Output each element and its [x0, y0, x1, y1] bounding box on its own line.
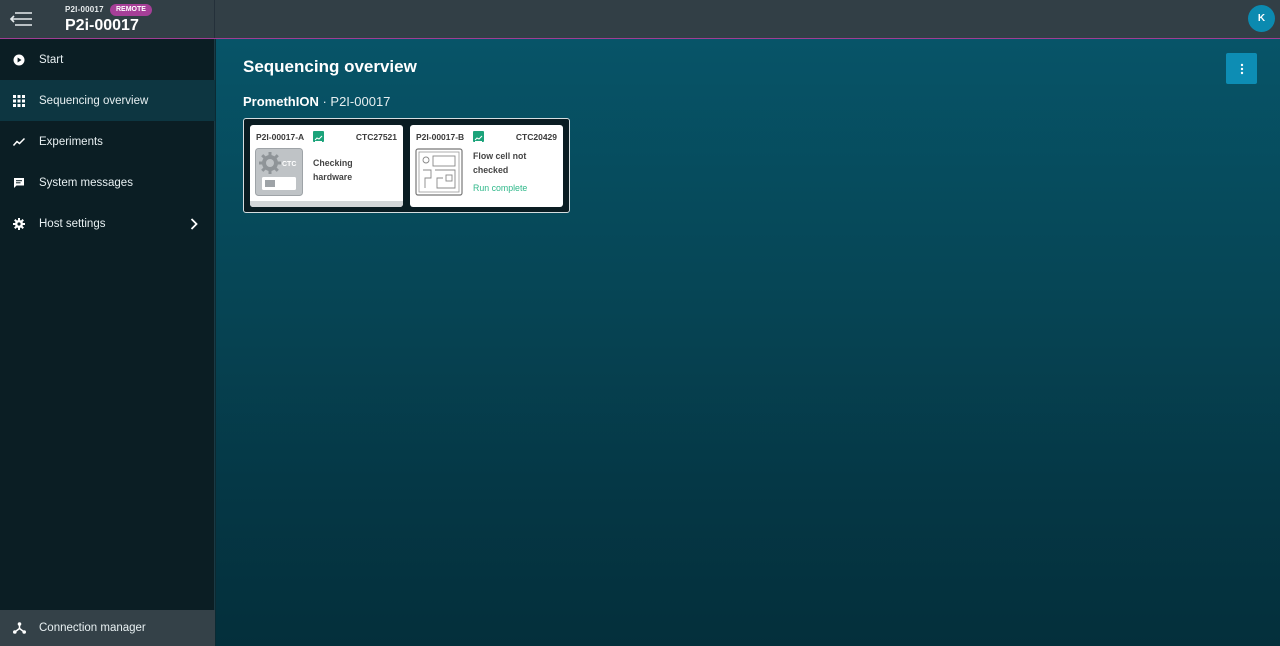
sidebar-item-experiments[interactable]: Experiments [0, 121, 215, 162]
trend-line-icon [12, 135, 26, 149]
sidebar-item-start[interactable]: Start [0, 39, 215, 80]
sidebar-item-sequencing-overview[interactable]: Sequencing overview [0, 80, 215, 121]
device-title: P2i-00017 [65, 17, 139, 34]
message-icon [12, 176, 26, 190]
page-title: Sequencing overview [243, 57, 417, 76]
device-separator: · [318, 94, 331, 109]
sidebar-item-label: Start [39, 53, 64, 66]
chevron-right-icon [188, 217, 200, 231]
collapse-menu-button[interactable] [6, 5, 36, 33]
device-name: P2I-00017 [330, 94, 391, 109]
flow-cell-status-line: hardware [313, 172, 353, 182]
position-chip-icon [473, 131, 484, 142]
remote-badge: REMOTE [110, 4, 152, 16]
run-status: Run complete [473, 183, 528, 193]
grid-icon [12, 94, 26, 108]
network-icon [12, 621, 26, 635]
kebab-menu-icon [1240, 63, 1243, 74]
user-avatar[interactable]: K [1248, 5, 1275, 32]
progress-bar [250, 201, 403, 207]
flow-cell-card-a[interactable]: P2I-00017-A CTC27521 CTC Checking hardwa… [250, 125, 403, 207]
device-id-small: P2I-00017 [65, 5, 104, 14]
gear-icon [12, 217, 26, 231]
connection-manager-button[interactable]: Connection manager [0, 610, 215, 646]
sidebar-item-label: Sequencing overview [39, 94, 149, 107]
flow-cell-status: Flow cell not checked [473, 149, 526, 177]
menu-collapse-icon [9, 12, 32, 26]
sidebar-item-host-settings[interactable]: Host settings [0, 203, 215, 244]
flow-cell-icon [415, 148, 463, 196]
sidebar-item-label: Host settings [39, 217, 106, 230]
flow-cell-status-line: Flow cell not [473, 151, 527, 161]
flow-cell-card-b[interactable]: P2I-00017-B CTC20429 Flow cell not check… [410, 125, 563, 207]
device-heading: PromethION · P2I-00017 [243, 94, 390, 109]
position-chip-icon [313, 131, 324, 142]
flow-cell-status: Checking hardware [313, 156, 353, 184]
flow-cell-status-line: checked [473, 165, 509, 175]
sidebar-item-label: Experiments [39, 135, 103, 148]
sidebar-item-label: System messages [39, 176, 133, 189]
position-label: P2I-00017-A [256, 132, 305, 142]
position-label: P2I-00017-B [416, 132, 465, 142]
main-content: Sequencing overview PromethION · P2I-000… [216, 39, 1280, 646]
sidebar-item-system-messages[interactable]: System messages [0, 162, 215, 203]
device-panel: P2I-00017-A CTC27521 CTC Checking hardwa… [243, 118, 570, 213]
flow-cell-id: CTC20429 [515, 132, 557, 142]
flow-cell-id: CTC27521 [355, 132, 397, 142]
sidebar: Start Sequencing overview Experiments Sy… [0, 39, 215, 646]
top-bar: P2I-00017 REMOTE P2i-00017 K [0, 0, 1280, 39]
flow-cell-status-line: Checking [313, 158, 353, 168]
more-options-button[interactable] [1226, 53, 1257, 84]
device-header: P2I-00017 REMOTE P2i-00017 [0, 0, 215, 38]
ctc-icon-text: CTC [282, 161, 296, 168]
ctc-icon: CTC [255, 148, 303, 196]
connection-manager-label: Connection manager [39, 622, 146, 634]
device-type: PromethION [243, 94, 319, 109]
play-circle-icon [12, 53, 26, 67]
